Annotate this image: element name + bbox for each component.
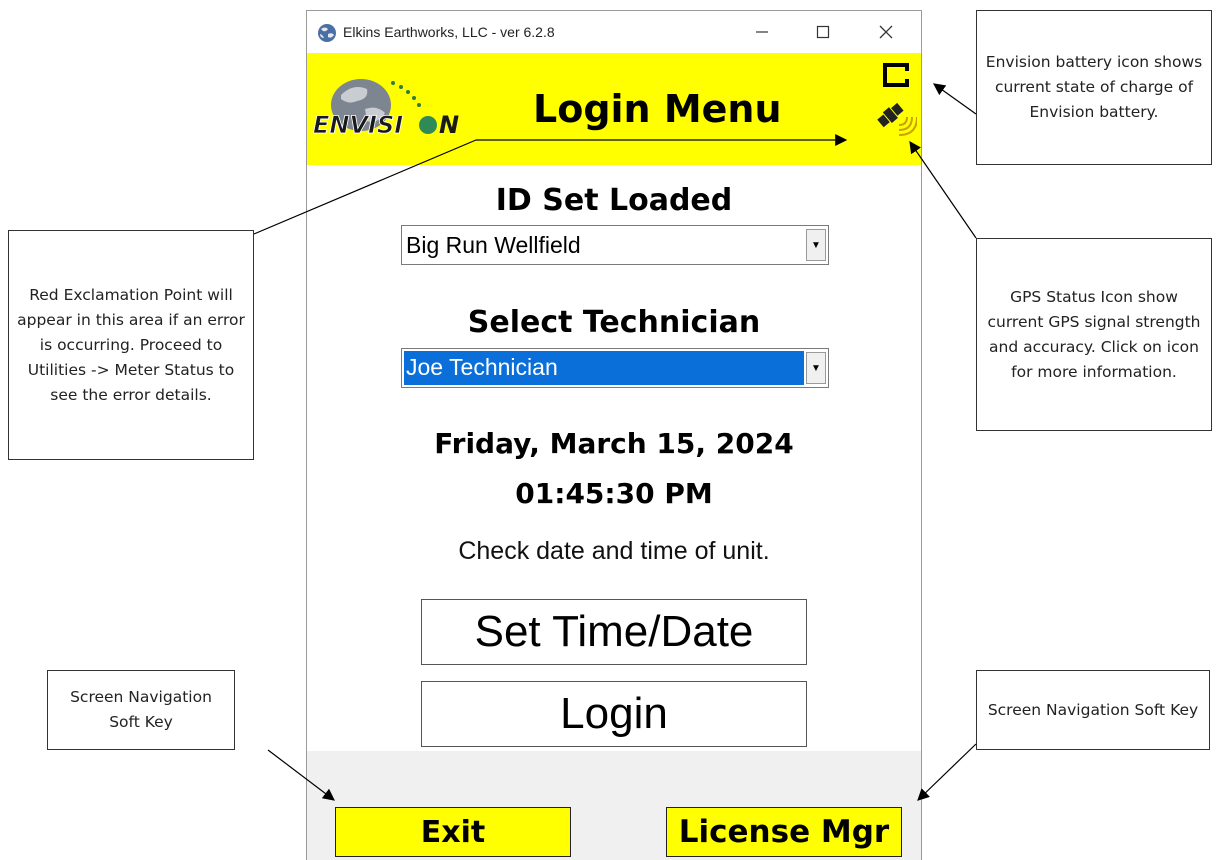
globe-app-icon	[318, 24, 336, 42]
app-window: Elkins Earthworks, LLC - ver 6.2.8 ENVIS…	[306, 10, 922, 860]
nav-soft-key-callout-right: Screen Navigation Soft Key	[976, 670, 1210, 750]
error-callout: Red Exclamation Point will appear in thi…	[8, 230, 254, 460]
current-time: 01:45:30 PM	[515, 477, 713, 510]
exit-button[interactable]: Exit	[335, 807, 571, 857]
dropdown-arrow-icon[interactable]: ▼	[806, 352, 826, 384]
nav-right-arrow	[917, 743, 977, 801]
svg-text:ENVISI: ENVISI	[313, 111, 403, 139]
id-set-select[interactable]: Big Run Wellfield ▼	[401, 225, 829, 265]
login-content: ID Set Loaded Big Run Wellfield ▼ Select…	[307, 165, 921, 751]
minimize-button[interactable]	[739, 17, 785, 47]
maximize-icon	[816, 25, 830, 39]
technician-select[interactable]: Joe Technician ▼	[401, 348, 829, 388]
minimize-icon	[756, 31, 768, 33]
current-date: Friday, March 15, 2024	[434, 427, 794, 460]
set-time-date-button[interactable]: Set Time/Date	[421, 599, 807, 665]
soft-key-bar: Exit License Mgr	[307, 751, 921, 860]
page-title: Login Menu	[533, 87, 782, 131]
technician-value: Joe Technician	[406, 354, 558, 380]
login-button[interactable]: Login	[421, 681, 807, 747]
nav-soft-key-callout-left: Screen Navigation Soft Key	[47, 670, 235, 750]
gps-satellite-icon[interactable]	[873, 95, 917, 137]
id-set-value: Big Run Wellfield	[406, 232, 581, 258]
license-mgr-button[interactable]: License Mgr	[666, 807, 902, 857]
technician-label: Select Technician	[467, 305, 761, 340]
gps-callout: GPS Status Icon show current GPS signal …	[976, 238, 1212, 431]
close-button[interactable]	[863, 17, 909, 47]
window-title: Elkins Earthworks, LLC - ver 6.2.8	[343, 24, 555, 40]
dropdown-arrow-icon[interactable]: ▼	[806, 229, 826, 261]
check-date-note: Check date and time of unit.	[458, 537, 770, 565]
battery-callout: Envision battery icon shows current stat…	[976, 10, 1212, 165]
svg-text:N: N	[439, 111, 459, 139]
close-icon	[879, 25, 893, 39]
envision-logo: ENVISI N	[313, 79, 459, 139]
battery-icon[interactable]	[881, 59, 911, 91]
maximize-button[interactable]	[800, 17, 846, 47]
id-set-label: ID Set Loaded	[495, 183, 733, 218]
title-bar: Elkins Earthworks, LLC - ver 6.2.8	[307, 11, 921, 53]
battery-arrow	[933, 83, 977, 115]
header-bar: ENVISI N Login Menu	[307, 53, 921, 165]
